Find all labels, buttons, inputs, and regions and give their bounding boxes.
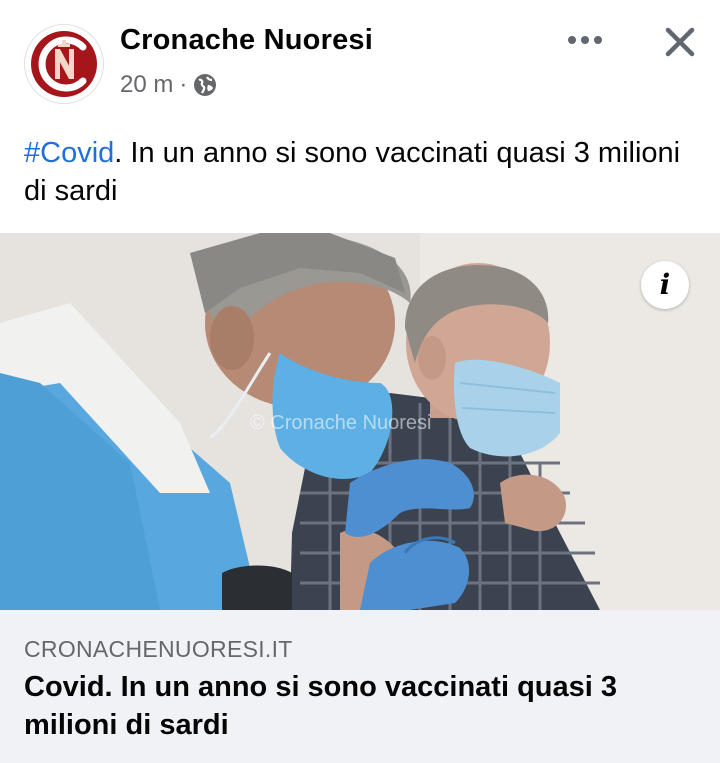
more-options-button[interactable] (562, 22, 608, 58)
vaccination-photo: © Cronache Nuoresi (0, 233, 720, 610)
close-button[interactable] (656, 18, 704, 66)
link-preview[interactable]: CRONACHENUORESI.IT Covid. In un anno si … (0, 610, 720, 763)
post-image[interactable]: © Cronache Nuoresi (0, 233, 720, 610)
page-avatar[interactable] (24, 24, 104, 104)
link-title[interactable]: Covid. In un anno si sono vaccinati quas… (24, 668, 684, 744)
image-info-button[interactable]: i (641, 261, 689, 309)
meta-separator: · (179, 71, 188, 98)
feed-post: Cronache Nuoresi 20 m · #Covid. In un an… (0, 0, 720, 763)
cronache-nuoresi-logo (27, 27, 101, 101)
post-header: Cronache Nuoresi 20 m · (0, 0, 720, 112)
link-domain: CRONACHENUORESI.IT (24, 636, 293, 662)
post-timestamp[interactable]: 20 m (120, 71, 173, 99)
post-meta: 20 m · (120, 70, 217, 100)
page-name[interactable]: Cronache Nuoresi (120, 24, 373, 57)
close-icon (665, 27, 695, 57)
image-watermark: © Cronache Nuoresi (250, 412, 431, 434)
caption-text: . In un anno si sono vaccinati quasi 3 m… (24, 137, 681, 207)
post-caption: #Covid. In un anno si sono vaccinati qua… (24, 134, 696, 210)
info-icon: i (659, 268, 671, 301)
hashtag-link[interactable]: #Covid (24, 137, 114, 169)
globe-icon (193, 73, 217, 97)
more-horizontal-icon (568, 36, 602, 44)
